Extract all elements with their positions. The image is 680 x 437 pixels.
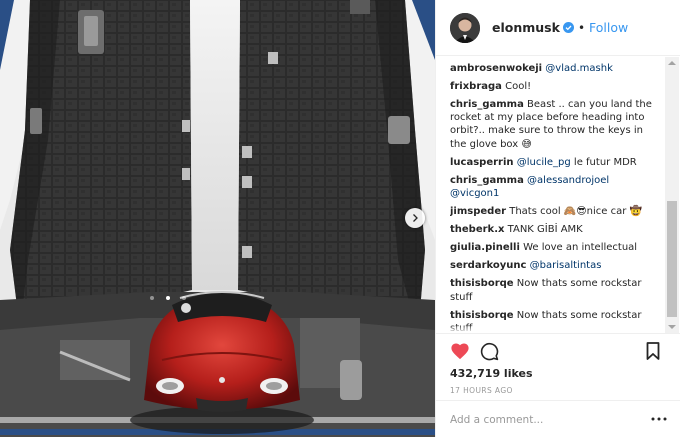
post-photo[interactable]	[0, 0, 435, 437]
comment-item: jimspeder Thats cool 🙈😎nice car 🤠	[450, 205, 660, 218]
separator-dot: •	[577, 20, 586, 35]
photo-image	[0, 0, 435, 437]
comments-fade	[450, 325, 660, 333]
post-timestamp[interactable]: 17 HOURS AGO	[450, 386, 513, 395]
carousel-dots	[150, 296, 310, 300]
avatar[interactable]	[450, 12, 480, 43]
comment-text: le futur MDR	[570, 156, 637, 168]
post-header: elonmusk • Follow	[436, 0, 680, 56]
comment-username[interactable]: thisisborqe	[450, 310, 514, 321]
post-side-panel: elonmusk • Follow ambrosenwokeji @vlad.m…	[435, 0, 680, 437]
comment-mention-link[interactable]: @vlad.mashk	[545, 63, 613, 74]
carousel-dot-active	[166, 296, 170, 300]
add-comment-bar	[436, 400, 680, 437]
carousel-dot	[182, 296, 186, 300]
comment-bubble-icon[interactable]	[480, 342, 499, 361]
carousel-dot	[150, 296, 154, 300]
username[interactable]: elonmusk	[492, 20, 560, 35]
comments-scrollbar[interactable]	[665, 57, 679, 333]
comment-text: We love an intellectual	[523, 242, 638, 254]
post-actions: 432,719 likes 17 HOURS AGO	[436, 333, 680, 395]
comment-item: chris_gamma Beast .. can you land the ro…	[450, 98, 660, 152]
comment-item: frixbraga Cool!	[450, 80, 660, 93]
action-icons	[436, 334, 680, 368]
follow-button[interactable]: Follow	[589, 20, 628, 35]
comment-username[interactable]: chris_gamma	[450, 99, 524, 110]
comment-username[interactable]: serdarkoyunc	[450, 260, 526, 271]
comment-item: chris_gamma @alessandrojoel @vicgon1	[450, 174, 660, 201]
scroll-down-arrow-icon[interactable]	[668, 325, 676, 329]
likes-count[interactable]: 432,719 likes	[450, 367, 533, 380]
scroll-up-arrow-icon[interactable]	[668, 61, 676, 65]
comment-username[interactable]: lucasperrin	[450, 157, 514, 168]
comment-mention-link[interactable]: @lucile_pg	[517, 157, 571, 168]
carousel-next-button[interactable]	[405, 208, 425, 228]
comment-username[interactable]: chris_gamma	[450, 175, 524, 186]
comment-username[interactable]: ambrosenwokeji	[450, 63, 542, 74]
scroll-thumb[interactable]	[667, 201, 677, 317]
comment-username[interactable]: jimspeder	[450, 206, 506, 217]
add-comment-input[interactable]	[450, 410, 640, 430]
comment-text: Cool!	[505, 80, 532, 92]
comment-username[interactable]: thisisborqe	[450, 278, 514, 289]
comment-username[interactable]: giulia.pinelli	[450, 242, 520, 253]
verified-badge-icon	[562, 22, 574, 33]
comment-text: Thats cool 🙈😎nice car 🤠	[509, 206, 642, 218]
comment-mention-link[interactable]: @barisaltintas	[530, 260, 602, 271]
comment-mention-link[interactable]: @alessandrojoel	[527, 175, 609, 186]
bookmark-icon[interactable]	[646, 342, 660, 360]
comment-item: thisisborqe Now thats some rockstar stuf…	[450, 277, 660, 304]
heart-icon[interactable]	[450, 342, 470, 360]
profile-photo	[450, 12, 480, 43]
comment-item: ambrosenwokeji @vlad.mashk	[450, 62, 660, 75]
comment-item: giulia.pinelli We love an intellectual	[450, 241, 660, 254]
comment-mention-link[interactable]: @vicgon1	[450, 188, 499, 199]
comment-item: serdarkoyunc @barisaltintas	[450, 259, 660, 272]
comment-item: lucasperrin @lucile_pg le futur MDR	[450, 156, 660, 169]
comment-text: TANK GİBİ AMK	[507, 224, 583, 236]
comment-username[interactable]: frixbraga	[450, 81, 502, 92]
chevron-right-icon	[413, 214, 418, 222]
more-options-icon[interactable]	[650, 413, 668, 425]
comments-list[interactable]: ambrosenwokeji @vlad.mashk frixbraga Cool…	[450, 57, 660, 333]
comment-item: theberk.x TANK GİBİ AMK	[450, 223, 660, 236]
comment-username[interactable]: theberk.x	[450, 224, 504, 235]
